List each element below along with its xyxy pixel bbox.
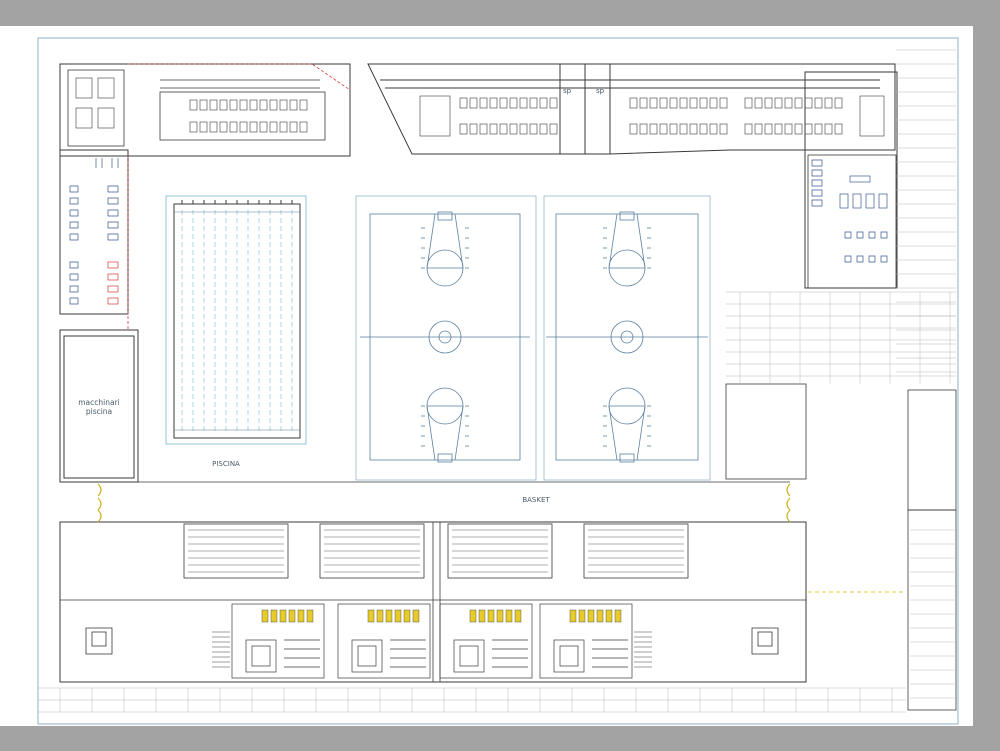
locker-yellow [478, 609, 486, 623]
locker-yellow [496, 609, 504, 623]
locker-yellow [376, 609, 384, 623]
locker-yellow [614, 609, 622, 623]
locker-yellow [487, 609, 495, 623]
locker-yellow [596, 609, 604, 623]
locker-yellow [469, 609, 477, 623]
locker-yellow [385, 609, 393, 623]
locker-yellow [270, 609, 278, 623]
locker-yellow [605, 609, 613, 623]
pool-lanes [174, 200, 300, 432]
locker-yellow [306, 609, 314, 623]
locker-yellow [403, 609, 411, 623]
locker-yellow [279, 609, 287, 623]
basket-label: BASKET [522, 496, 550, 504]
locker-yellow [587, 609, 595, 623]
locker-yellow [367, 609, 375, 623]
locker-yellow [578, 609, 586, 623]
locker-yellow [412, 609, 420, 623]
locker-yellow [261, 609, 269, 623]
pool-label: PISCINA [212, 460, 240, 468]
locker-yellow [505, 609, 513, 623]
sp-label-right: sp [596, 87, 605, 95]
locker-yellow [394, 609, 402, 623]
locker-yellow [569, 609, 577, 623]
machinery-label-2: piscina [86, 407, 112, 416]
machinery-label-1: macchinari [78, 398, 120, 407]
drawing-sheet: sp sp macchinari piscina PISCINA BASKET [0, 0, 1000, 751]
locker-yellow [514, 609, 522, 623]
sp-label-left: sp [563, 87, 572, 95]
locker-yellow [297, 609, 305, 623]
floor-plan: sp sp macchinari piscina PISCINA BASKET [0, 26, 973, 726]
locker-yellow [288, 609, 296, 623]
